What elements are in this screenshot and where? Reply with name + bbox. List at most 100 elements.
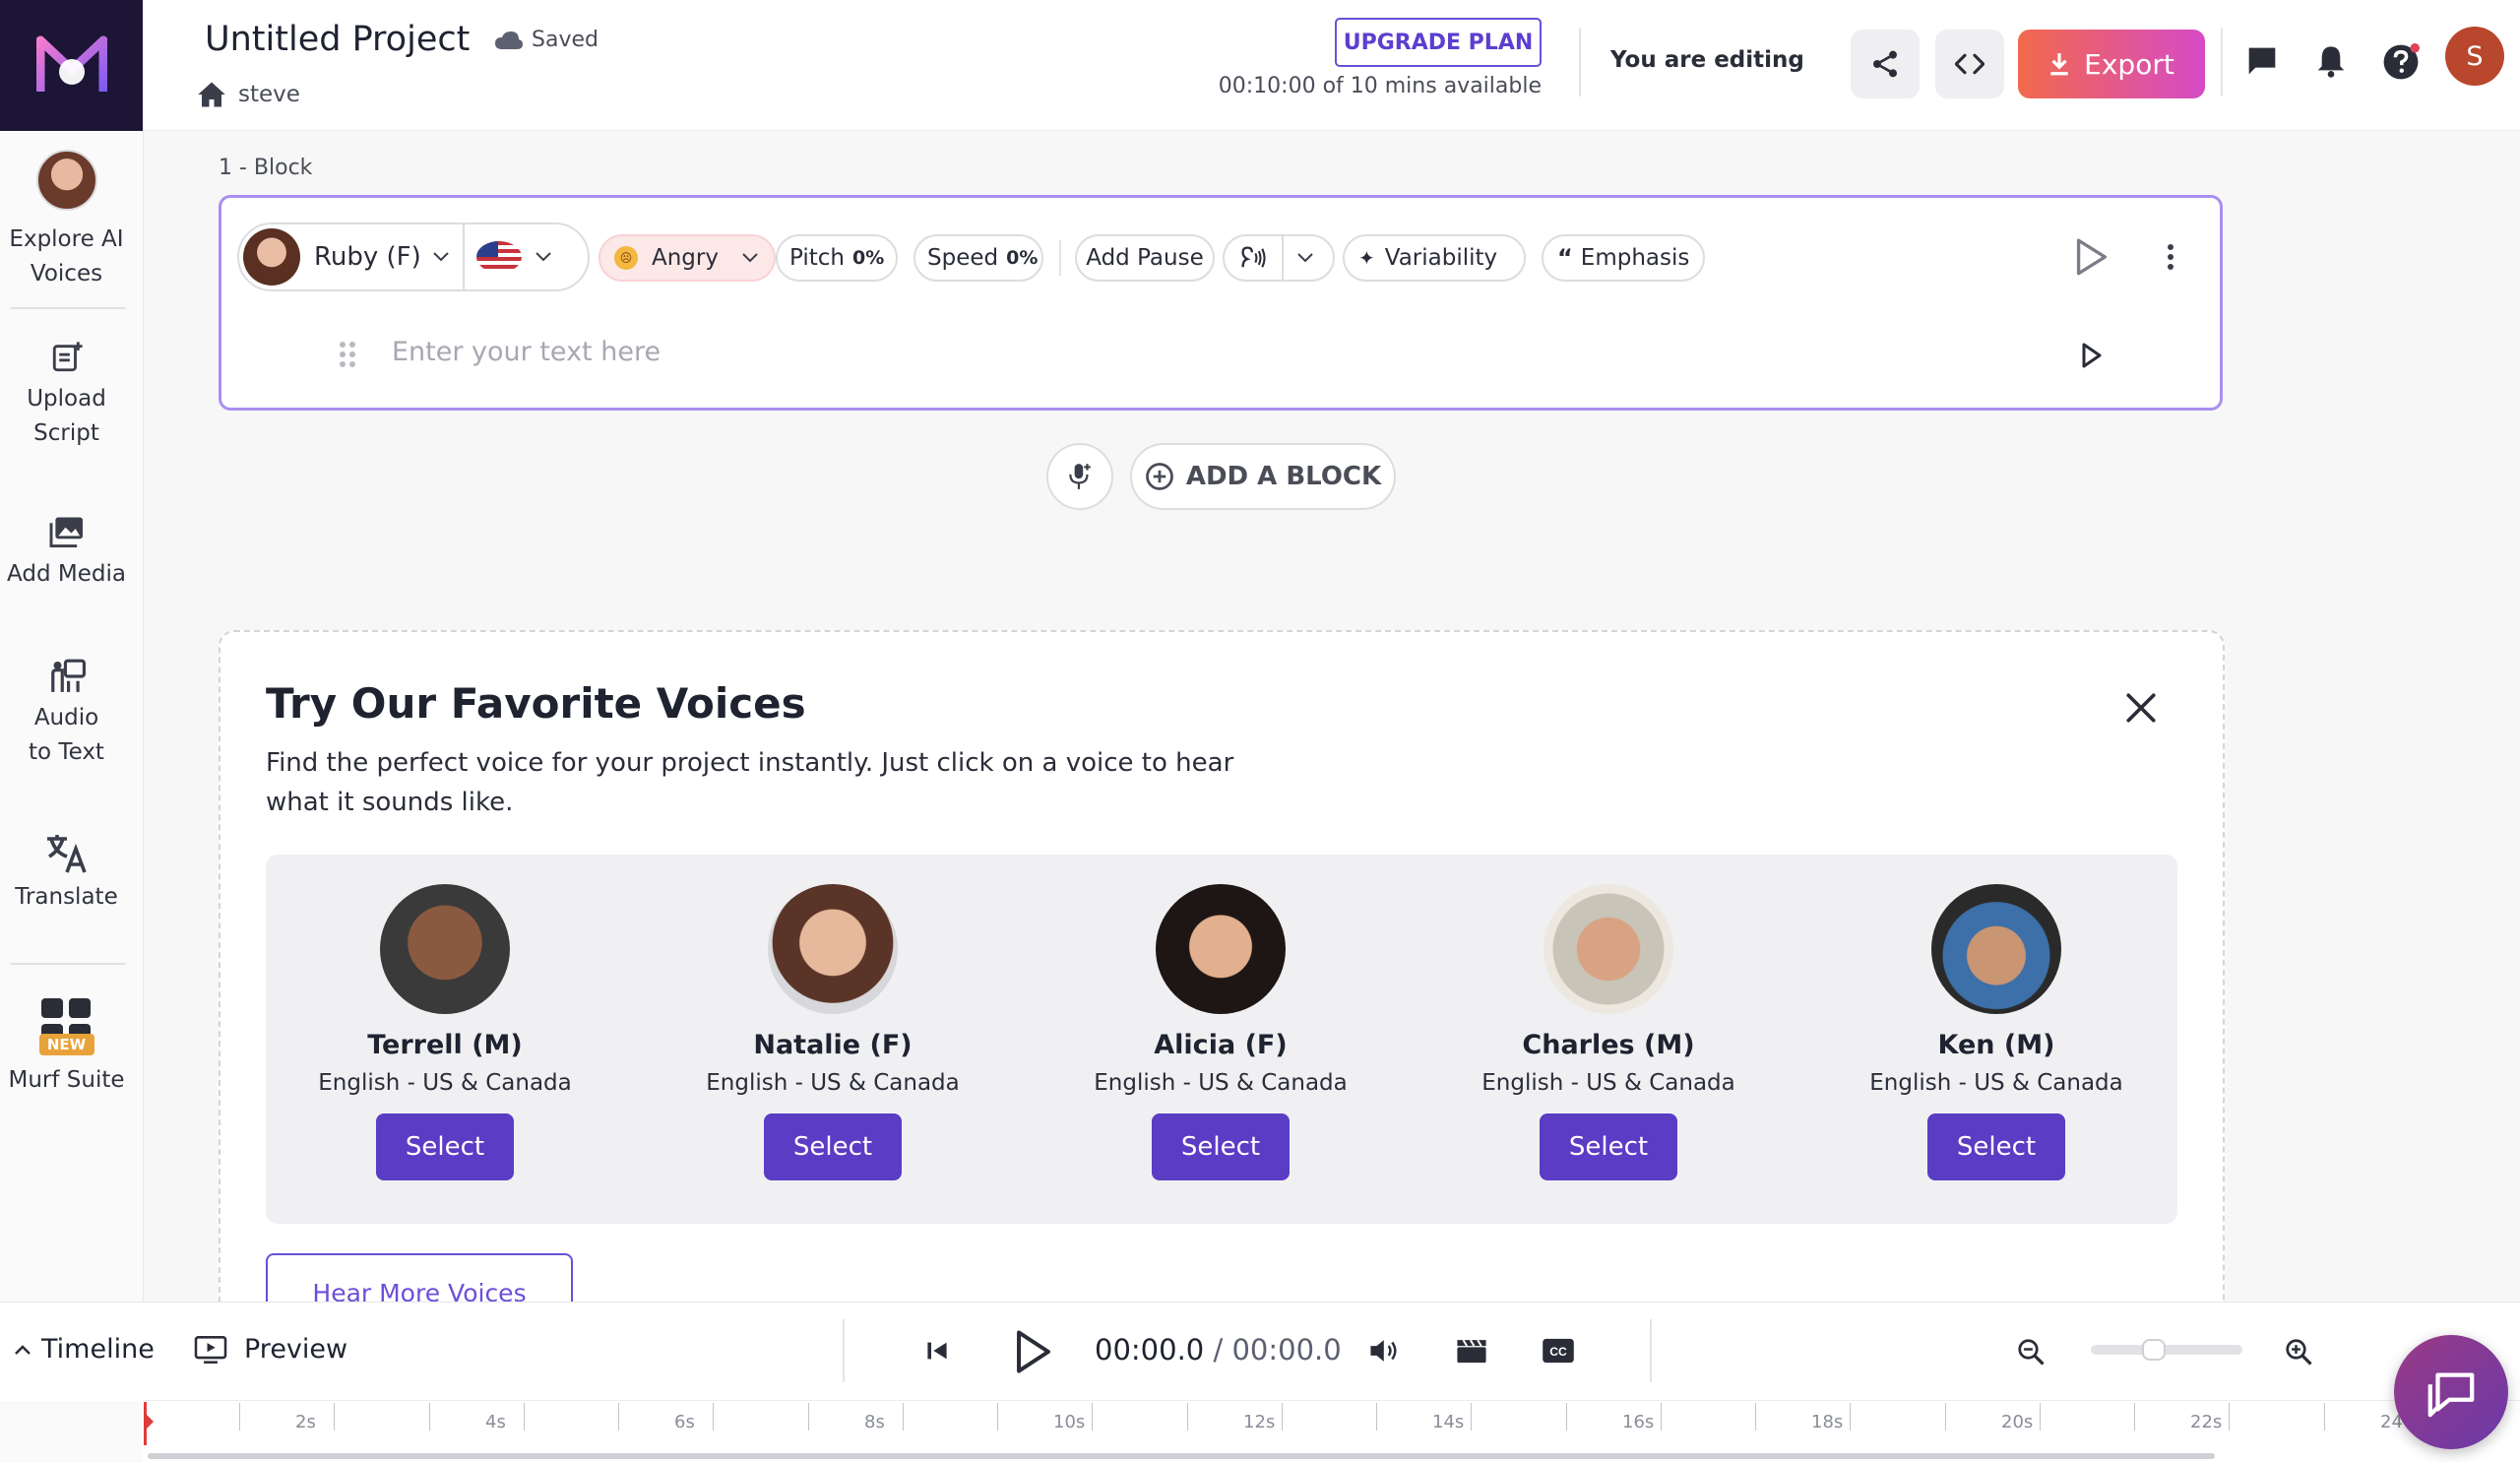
skip-back-button[interactable] <box>925 1339 949 1363</box>
emphasis-button[interactable]: “ Emphasis <box>1542 234 1705 282</box>
angry-emoji-icon: ☹ <box>614 246 638 270</box>
sidebar-item-murf-suite[interactable]: NEW Murf Suite <box>0 998 133 1098</box>
voice-card[interactable]: Ken (M) English - US & Canada Select <box>1849 884 2144 1180</box>
skip-back-icon <box>927 1342 947 1360</box>
speed-control[interactable]: Speed 0% <box>914 234 1043 282</box>
ruler-label: 8s <box>864 1412 885 1432</box>
variability-button[interactable]: ✦ Variability <box>1343 234 1526 282</box>
timeline-label: Timeline <box>41 1334 155 1365</box>
emotion-selector[interactable]: ☹ Angry <box>598 234 776 282</box>
plus-circle-icon <box>1145 463 1173 490</box>
ruler-tick <box>1092 1403 1093 1430</box>
play-button[interactable] <box>1014 1329 1053 1374</box>
ruler-tick <box>429 1403 430 1430</box>
chevron-down-icon[interactable] <box>536 252 551 262</box>
download-icon <box>2050 53 2068 76</box>
export-button[interactable]: Export <box>2018 30 2205 98</box>
embed-code-button[interactable] <box>1935 30 2004 98</box>
chat-icon <box>2427 1372 2475 1418</box>
timeline-scrollbar[interactable] <box>148 1453 2215 1459</box>
sidebar-item-audio-to-text[interactable]: Audio to Text <box>0 658 133 770</box>
record-voice-button[interactable] <box>1046 443 1113 510</box>
select-voice-button[interactable]: Select <box>1540 1113 1677 1180</box>
block-text-input[interactable]: Enter your text here <box>392 337 661 367</box>
help-icon <box>2383 43 2420 80</box>
add-block-button[interactable]: ADD A BLOCK <box>1130 443 1396 510</box>
sparkle-icon: ✦ <box>1358 246 1375 270</box>
play-block-button[interactable] <box>2075 238 2109 276</box>
pitch-control[interactable]: Pitch 0% <box>776 234 898 282</box>
comments-button[interactable] <box>2246 45 2278 77</box>
upgrade-plan-button[interactable]: UPGRADE PLAN <box>1335 18 1542 67</box>
quote-icon: “ <box>1557 244 1573 272</box>
microphone-icon <box>1069 464 1091 489</box>
chevron-down-icon[interactable] <box>1297 253 1313 263</box>
voice-selector[interactable]: Ruby (F) <box>237 222 590 291</box>
sidebar-item-explore-voices[interactable]: Explore AI Voices <box>0 150 133 291</box>
select-voice-button[interactable]: Select <box>376 1113 514 1180</box>
ruler-label: 10s <box>1053 1412 1086 1432</box>
home-icon <box>198 82 225 107</box>
save-status: Saved <box>494 28 598 52</box>
share-button[interactable] <box>1851 30 1920 98</box>
preview-button[interactable]: Preview <box>193 1334 347 1365</box>
voice-name: Alicia (F) <box>1154 1030 1288 1060</box>
volume-button[interactable] <box>1368 1336 1402 1366</box>
voice-language: English - US & Canada <box>1094 1070 1348 1096</box>
zoom-slider[interactable] <box>2091 1345 2242 1355</box>
preview-label: Preview <box>244 1334 348 1365</box>
block-more-button[interactable] <box>2166 242 2175 272</box>
zoom-slider-handle[interactable] <box>2142 1339 2166 1361</box>
voice-card[interactable]: Alicia (F) English - US & Canada Select <box>1073 884 1368 1180</box>
play-icon <box>1017 1330 1050 1373</box>
pill-divider <box>462 223 465 290</box>
sidebar-item-label: Murf Suite <box>8 1067 125 1093</box>
zoom-in-icon <box>2286 1339 2312 1366</box>
help-button[interactable] <box>2382 43 2420 81</box>
select-voice-button[interactable]: Select <box>1927 1113 2065 1180</box>
pitch-value: 0% <box>852 247 885 269</box>
support-chat-button[interactable] <box>2394 1335 2508 1449</box>
ruler-tick <box>1661 1403 1662 1430</box>
sidebar-item-add-media[interactable]: Add Media <box>0 516 133 592</box>
playhead-marker[interactable] <box>142 1402 156 1445</box>
play-paragraph-button[interactable] <box>2081 343 2103 368</box>
sidebar-item-translate[interactable]: Translate <box>0 829 133 915</box>
voice-card[interactable]: Natalie (F) English - US & Canada Select <box>685 884 980 1180</box>
ruler-tick <box>2040 1403 2041 1430</box>
emotion-label: Angry <box>652 245 719 271</box>
select-voice-button[interactable]: Select <box>1152 1113 1290 1180</box>
emphasis-label: Emphasis <box>1580 245 1690 271</box>
voice-language: English - US & Canada <box>1869 1070 2123 1096</box>
sidebar-item-label: Add Media <box>7 561 126 587</box>
project-title[interactable]: Untitled Project <box>205 20 470 59</box>
workspace-breadcrumb[interactable]: steve <box>197 81 300 108</box>
select-voice-button[interactable]: Select <box>764 1113 902 1180</box>
voice-photo <box>1544 884 1673 1014</box>
add-pause-button[interactable]: Add Pause <box>1075 234 1215 282</box>
ruler-tick <box>618 1403 619 1430</box>
sidebar-item-label: Explore AI Voices <box>9 226 124 286</box>
timeline-toggle[interactable]: Timeline <box>14 1334 155 1365</box>
ruler-tick <box>808 1403 809 1430</box>
voice-card[interactable]: Terrell (M) English - US & Canada Select <box>297 884 593 1180</box>
sidebar-item-upload-script[interactable]: Upload Script <box>0 341 133 451</box>
more-vertical-icon <box>2168 244 2174 270</box>
user-avatar[interactable]: S <box>2445 27 2504 86</box>
zoom-in-button[interactable] <box>2284 1337 2313 1367</box>
drag-handle[interactable] <box>339 341 356 368</box>
save-status-text: Saved <box>532 28 598 52</box>
pronunciation-control[interactable] <box>1223 234 1335 282</box>
cloud-icon <box>495 31 523 49</box>
captions-button[interactable]: CC <box>1542 1337 1575 1365</box>
voice-card[interactable]: Charles (M) English - US & Canada Select <box>1461 884 1756 1180</box>
video-button[interactable] <box>1455 1336 1488 1366</box>
zoom-out-button[interactable] <box>2016 1337 2046 1367</box>
notifications-button[interactable] <box>2315 43 2347 79</box>
ruler-tick <box>334 1403 335 1430</box>
voice-language: English - US & Canada <box>706 1070 960 1096</box>
murf-logo[interactable] <box>0 0 143 131</box>
close-favorites-button[interactable] <box>2124 691 2158 725</box>
toolbar-divider <box>1059 240 1061 276</box>
us-flag-icon[interactable] <box>475 241 522 273</box>
